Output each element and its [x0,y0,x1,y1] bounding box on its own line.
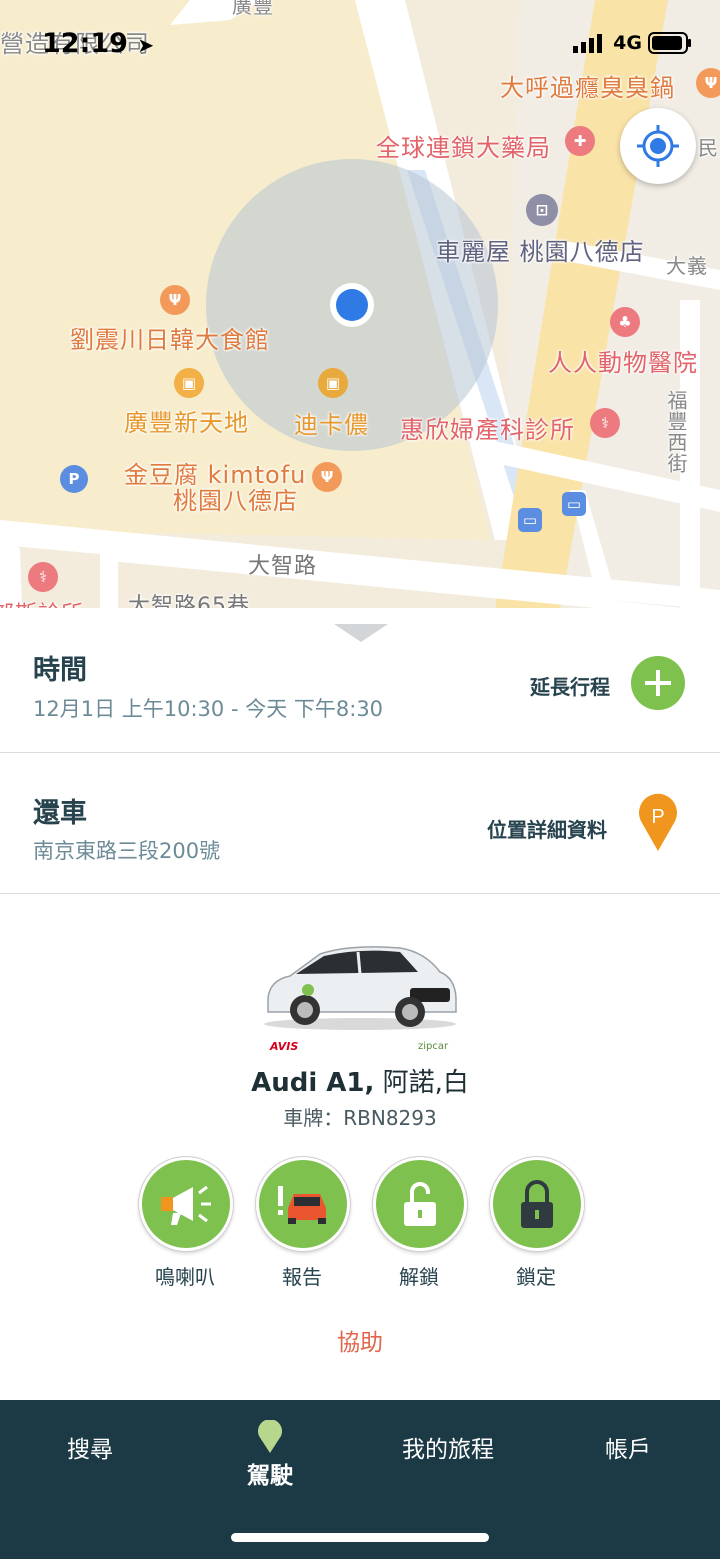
vehicle-model: Audi A1, [251,1068,375,1098]
bus-stop-icon: ▭ [562,492,586,516]
clinic-icon: ⚕ [590,408,620,438]
location-details-label[interactable]: 位置詳細資料 [487,814,607,843]
report-button-circle[interactable] [256,1157,350,1251]
horn-label: 鳴喇叭 [155,1265,215,1289]
tab-search[interactable]: 搜尋 [50,1430,130,1464]
vehicle-plate: 車牌：RBN8293 [283,1106,437,1130]
unlock-button[interactable]: 解鎖 [373,1157,467,1290]
shopping-bag-icon: ▣ [318,368,348,398]
trip-details-sheet: 時間 12月1日 上午10:30 - 今天 下午8:30 延長行程 還車 南京東… [0,608,720,1400]
car-service-icon: ⊡ [526,194,558,226]
map-label-pharmacy: 全球連鎖大藥局 [376,134,551,162]
vehicle-name: Audi A1, 阿諾,白 [0,1062,720,1099]
return-title: 還車 [33,798,87,829]
network-type: 4G [613,32,642,54]
map-label-road-dayi: 大義 [666,254,708,278]
tab-drive[interactable]: 駕駛 [230,1419,310,1490]
pharmacy-icon: ✚ [565,126,595,156]
lock-button-circle[interactable] [490,1157,584,1251]
status-time-text: 12:19 [42,28,128,59]
map-label-vet: 人人動物醫院 [548,349,698,377]
tab-account[interactable]: 帳戶 [588,1430,668,1464]
lock-label: 鎖定 [516,1265,556,1289]
horn-button-circle[interactable] [139,1157,233,1251]
map-label-road-lane: 大智路65巷 [128,594,250,610]
status-time: 12:19 ➤ [42,28,154,59]
extend-trip-label[interactable]: 延長行程 [530,671,610,700]
restaurant-icon: Ψ [696,68,720,98]
tab-drive-label: 駕駛 [247,1463,293,1489]
map-label-dika: 迪卡儂 [294,411,369,439]
unlock-icon [404,1182,436,1226]
return-row: 還車 南京東路三段200號 位置詳細資料 P [0,753,720,894]
my-location-button[interactable] [620,108,696,184]
zipcar-logo: zipcar [418,1041,449,1052]
clinic-icon: ⚕ [28,562,58,592]
status-indicators: 4G [573,32,692,54]
avis-logo: AVIS [270,1040,299,1053]
report-button[interactable]: 報告 [256,1157,350,1290]
restaurant-icon: Ψ [160,285,190,315]
restaurant-icon: Ψ [312,462,342,492]
unlock-label: 解鎖 [399,1265,439,1289]
location-arrow-icon: ➤ [137,33,155,57]
battery-icon [648,32,691,54]
vehicle-nickname-color: 阿諾,白 [374,1068,469,1098]
car-report-icon [278,1186,326,1224]
map-label-mall: 廣豐新天地 [124,409,249,437]
lock-button[interactable]: 鎖定 [490,1157,584,1290]
map-label-road-dazhi: 大智路 [248,554,318,579]
time-row: 時間 12月1日 上午10:30 - 今天 下午8:30 延長行程 [0,608,720,753]
svg-text:P: P [651,806,664,828]
paw-icon: ♣ [610,307,640,337]
parking-pin-icon[interactable]: P [638,793,678,853]
map-label-kimtofu-2: 桃園八德店 [173,487,298,515]
crosshair-icon [637,125,679,167]
shopping-bag-icon: ▣ [174,368,204,398]
lock-icon [521,1180,553,1228]
help-link[interactable]: 協助 [0,1323,720,1357]
map-label-clinic: 惠欣婦產科診所 [400,416,575,444]
signal-icon [573,34,603,53]
map-label-road-top: 廣豐 [232,0,274,18]
parking-icon: P [60,465,88,493]
horn-button[interactable]: 鳴喇叭 [139,1157,233,1290]
map-view[interactable]: 營造有限公司 廣豐 大呼過癮臭臭鍋 Ψ 全球連鎖大藥局 ✚ ⊡ 車麗屋 桃園八德… [0,0,720,610]
extend-trip-button[interactable] [631,656,685,710]
time-value: 12月1日 上午10:30 - 今天 下午8:30 [33,697,384,721]
bus-stop-icon: ▭ [518,508,542,532]
return-address: 南京東路三段200號 [33,839,221,863]
drive-pin-icon [258,1419,282,1453]
unlock-button-circle[interactable] [373,1157,467,1251]
map-label-car-shop: 車麗屋 桃園八德店 [436,238,645,266]
plus-icon [645,670,671,696]
map-label-hotpot: 大呼過癮臭臭鍋 [500,74,675,102]
home-indicator[interactable] [231,1533,489,1542]
map-label-road-fufeng: 福豐西街 [664,390,688,474]
map-label-restaurant: 劉震川日韓大食館 [70,326,270,354]
time-title: 時間 [33,655,87,686]
car-image [264,946,457,1030]
map-label-min: 民 [698,136,719,160]
horn-icon [161,1185,211,1225]
tab-my-trips[interactable]: 我的旅程 [388,1430,508,1464]
report-label: 報告 [282,1265,322,1289]
